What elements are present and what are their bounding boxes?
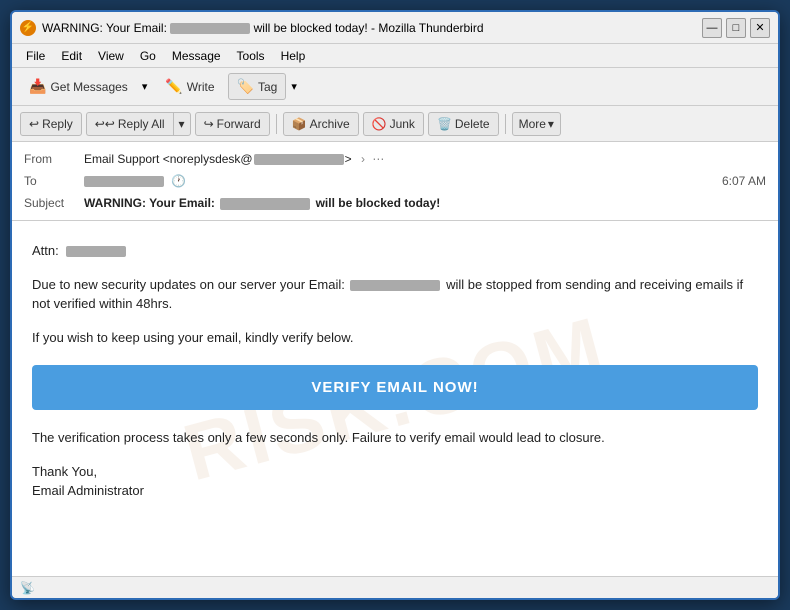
sign-off: Thank You, Email Administrator (32, 462, 758, 501)
menu-tools[interactable]: Tools (229, 47, 273, 65)
reply-all-dropdown[interactable]: ▾ (173, 112, 191, 136)
verify-btn-container: VERIFY EMAIL NOW! (32, 365, 758, 410)
to-value: 🕐 (84, 174, 722, 188)
email-body: RISK.COM Attn: Due to new security updat… (12, 221, 778, 576)
from-blurred (254, 154, 344, 165)
more-button[interactable]: More ▾ (512, 112, 561, 136)
menu-view[interactable]: View (90, 47, 132, 65)
delete-icon: 🗑️ (437, 117, 452, 131)
maximize-button[interactable]: □ (726, 18, 746, 38)
title-text-visible: WARNING: Your Email: (42, 21, 167, 35)
menu-file[interactable]: File (18, 47, 53, 65)
forward-icon: ↪ (204, 117, 214, 131)
forward-label: Forward (217, 117, 261, 131)
minimize-button[interactable]: — (702, 18, 722, 38)
tag-dropdown[interactable]: ▾ (286, 75, 302, 98)
subject-suffix: will be blocked today! (312, 196, 440, 210)
junk-button[interactable]: 🚫 Junk (363, 112, 424, 136)
status-bar: 📡 (12, 576, 778, 598)
write-button[interactable]: ✏️ Write (156, 73, 223, 100)
signature-text: Email Administrator (32, 483, 144, 498)
reply-label: Reply (42, 117, 73, 131)
menu-bar: File Edit View Go Message Tools Help (12, 44, 778, 68)
verify-email-button[interactable]: VERIFY EMAIL NOW! (32, 365, 758, 410)
body-paragraph-2: If you wish to keep using your email, ki… (32, 328, 758, 348)
junk-icon: 🚫 (372, 117, 387, 131)
reply-all-label: Reply All (118, 117, 165, 131)
get-messages-label: Get Messages (50, 80, 127, 94)
from-expand-icon[interactable]: › (361, 152, 365, 166)
body-paragraph-3: The verification process takes only a fe… (32, 428, 758, 448)
archive-icon: 📦 (292, 117, 307, 131)
title-text-suffix: will be blocked today! - Mozilla Thunder… (254, 21, 484, 35)
title-bar: ⚡ WARNING: Your Email: will be blocked t… (12, 12, 778, 44)
from-value: Email Support <noreplysdesk@ > › ⋯ (84, 152, 766, 166)
window-controls: — □ ✕ (702, 18, 770, 38)
subject-value: WARNING: Your Email: will be blocked tod… (84, 196, 766, 210)
delete-label: Delete (455, 117, 490, 131)
forward-button[interactable]: ↪ Forward (195, 112, 270, 136)
main-toolbar: 📥 Get Messages ▾ ✏️ Write 🏷️ Tag ▾ (12, 68, 778, 106)
thunderbird-window: ⚡ WARNING: Your Email: will be blocked t… (10, 10, 780, 600)
subject-blurred (220, 198, 310, 210)
tag-icon: 🏷️ (237, 78, 254, 95)
reply-all-group: ↩↩ Reply All ▾ (86, 112, 191, 136)
tag-button[interactable]: 🏷️ Tag (228, 73, 287, 100)
from-label: From (24, 152, 84, 166)
from-name: Email Support <noreplysdesk@ (84, 152, 253, 166)
email-content: Attn: Due to new security updates on our… (32, 241, 758, 501)
tag-group: 🏷️ Tag ▾ (228, 73, 302, 100)
more-label: More (519, 117, 546, 131)
get-messages-icon: 📥 (29, 78, 46, 95)
email-time: 6:07 AM (722, 174, 766, 188)
get-messages-button[interactable]: 📥 Get Messages (20, 73, 137, 100)
body-paragraph-1: Due to new security updates on our serve… (32, 275, 758, 314)
to-label: To (24, 174, 84, 188)
subject-row: Subject WARNING: Your Email: will be blo… (24, 192, 766, 214)
para1-prefix: Due to new security updates on our serve… (32, 277, 348, 292)
from-options-icon[interactable]: ⋯ (372, 152, 384, 166)
more-chevron-icon: ▾ (548, 117, 554, 131)
archive-button[interactable]: 📦 Archive (283, 112, 359, 136)
archive-label: Archive (310, 117, 350, 131)
sign-off-text: Thank You, (32, 464, 97, 479)
reply-all-icon: ↩↩ (95, 117, 115, 131)
title-blurred (170, 23, 250, 34)
para1-blurred (350, 280, 440, 291)
window-title: WARNING: Your Email: will be blocked tod… (42, 21, 702, 35)
tag-label: Tag (258, 80, 277, 94)
from-suffix: > (345, 152, 352, 166)
menu-edit[interactable]: Edit (53, 47, 90, 65)
attn-label: Attn: (32, 243, 59, 258)
schedule-icon: 🕐 (171, 174, 186, 188)
subject-label: Subject (24, 196, 84, 210)
subject-prefix: WARNING: Your Email: (84, 196, 218, 210)
from-row: From Email Support <noreplysdesk@ > › ⋯ (24, 148, 766, 170)
reply-button[interactable]: ↩ Reply (20, 112, 82, 136)
connection-icon: 📡 (20, 581, 35, 595)
menu-message[interactable]: Message (164, 47, 229, 65)
attn-blurred (66, 246, 126, 257)
get-messages-group: 📥 Get Messages ▾ (20, 73, 152, 100)
menu-go[interactable]: Go (132, 47, 164, 65)
separator-1 (276, 114, 277, 134)
email-header: From Email Support <noreplysdesk@ > › ⋯ T… (12, 142, 778, 221)
reply-all-button[interactable]: ↩↩ Reply All (86, 112, 173, 136)
delete-button[interactable]: 🗑️ Delete (428, 112, 499, 136)
reply-icon: ↩ (29, 117, 39, 131)
to-blurred (84, 176, 164, 187)
separator-2 (505, 114, 506, 134)
write-icon: ✏️ (165, 78, 182, 95)
junk-label: Junk (390, 117, 415, 131)
get-messages-dropdown[interactable]: ▾ (137, 75, 153, 98)
write-label: Write (187, 80, 215, 94)
attn-paragraph: Attn: (32, 241, 758, 261)
close-button[interactable]: ✕ (750, 18, 770, 38)
app-icon: ⚡ (20, 20, 36, 36)
to-row: To 🕐 6:07 AM (24, 170, 766, 192)
action-bar: ↩ Reply ↩↩ Reply All ▾ ↪ Forward 📦 Archi… (12, 106, 778, 142)
menu-help[interactable]: Help (273, 47, 314, 65)
